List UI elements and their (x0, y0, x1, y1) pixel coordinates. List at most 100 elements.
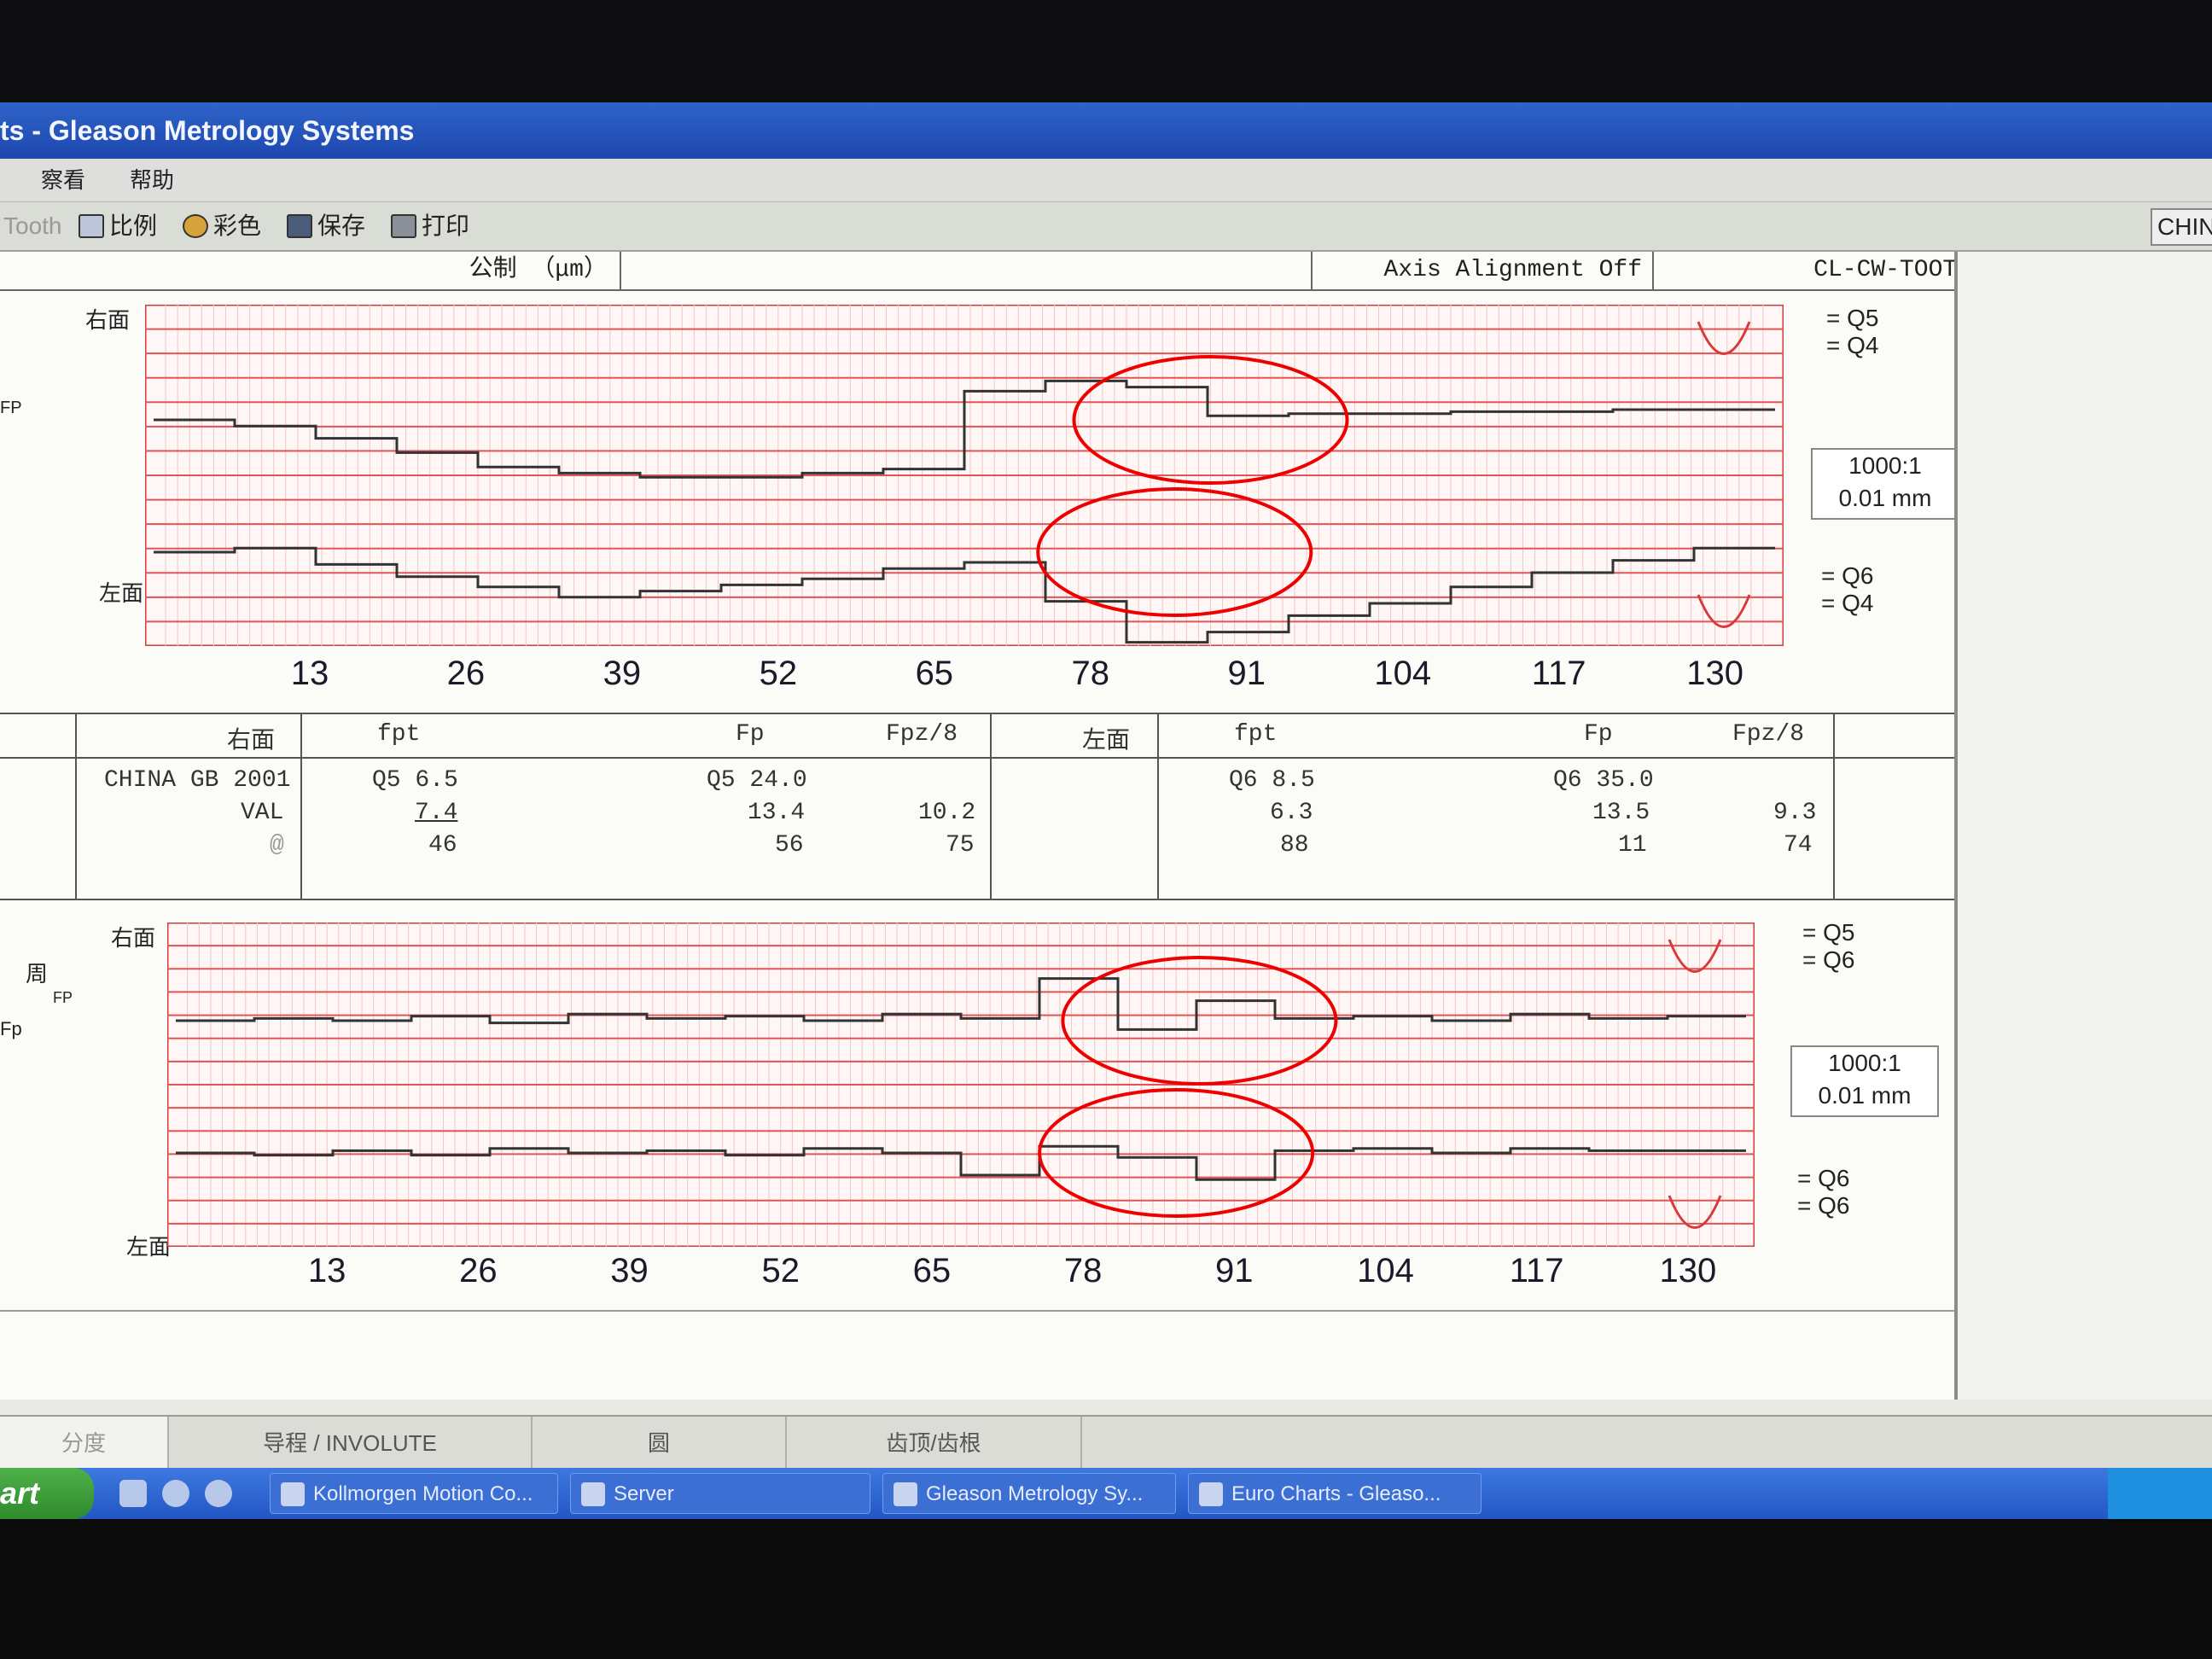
tab-strip: 分度 导程 / INVOLUTE 圆 齿顶/齿根 (0, 1415, 2212, 1470)
report-header: 公制 （μm） Axis Alignment Off CL-CW-TOOTH (0, 252, 1980, 291)
tab-lead-involute[interactable]: 导程 / INVOLUTE (169, 1417, 533, 1470)
mode-label: CL-CW-TOOTH (1656, 252, 1980, 289)
show-desktop-icon[interactable] (119, 1480, 147, 1507)
floppy-disk-icon (287, 214, 312, 238)
right-fp-at: 56 (775, 832, 804, 859)
right-fpz-at: 75 (946, 832, 975, 859)
palette-icon (183, 214, 208, 238)
chart-svg (167, 923, 1755, 1247)
chart2-side-bottom: 左面 (126, 1234, 172, 1260)
print-button[interactable]: 打印 (391, 202, 469, 250)
chart2-scale-box: 1000:1 0.01 mm (1790, 1045, 1939, 1117)
tab-tip-root[interactable]: 齿顶/齿根 (787, 1417, 1082, 1470)
right-fp-val: 13.4 (748, 800, 806, 826)
table-right-col-fpt: fpt (377, 721, 421, 748)
table-val-label: VAL (241, 800, 284, 826)
scale-button[interactable]: 比例 (79, 202, 157, 250)
chart1-side-top: 右面 (85, 307, 131, 333)
lightning-icon (581, 1482, 605, 1506)
right-fpz-val: 10.2 (918, 800, 976, 826)
menu-help[interactable]: 帮助 (130, 159, 174, 201)
x-tick-label: 65 (912, 1252, 952, 1289)
chart1-left-label: FP (0, 399, 22, 417)
table-right-title: 右面 (227, 726, 276, 753)
language-button[interactable]: CHIN (2151, 208, 2212, 246)
units-label: 公制 （μm） (0, 252, 621, 289)
table-left-col-fp: Fp (1584, 721, 1613, 748)
browser-icon[interactable] (162, 1480, 189, 1507)
x-tick-label: 13 (307, 1252, 346, 1289)
x-tick-label: 65 (915, 655, 954, 692)
chart2-left-label-1: 周 (26, 961, 49, 987)
right-fpt-q: Q5 6.5 (372, 767, 458, 794)
chart2-q-top: = Q5 = Q6 (1802, 919, 1855, 973)
left-fp-q: Q6 35.0 (1553, 767, 1654, 794)
left-fp-at: 11 (1618, 832, 1647, 859)
screen: ts - Gleason Metrology Systems 察看 帮助 Too… (0, 102, 2212, 1519)
color-button[interactable]: 彩色 (183, 202, 261, 250)
menu-view[interactable]: 察看 (41, 159, 85, 201)
task-euro-charts[interactable]: Euro Charts - Gleaso... (1188, 1473, 1481, 1514)
task-kollmorgen[interactable]: Kollmorgen Motion Co... (270, 1473, 558, 1514)
table-at-label: @ (270, 832, 284, 859)
document-icon (1199, 1482, 1223, 1506)
chart1-x-ticks: 13 26 39 52 65 78 91 104 117 130 (145, 655, 1784, 697)
table-right-col-fpz: Fpz/8 (886, 721, 958, 748)
chart2-x-ticks: 13 26 39 52 65 78 91 104 117 130 (167, 1252, 1755, 1295)
header-blank (623, 252, 1313, 289)
tooth-button[interactable]: Tooth (3, 202, 62, 250)
chart2-q-bottom: = Q6 = Q6 (1797, 1165, 1850, 1219)
x-tick-label: 91 (1215, 1252, 1254, 1289)
x-tick-label: 52 (761, 1252, 800, 1289)
table-left-col-fpt: fpt (1234, 721, 1278, 748)
app-icon (281, 1482, 305, 1506)
chart1-q-top: = Q5 = Q4 (1826, 305, 1879, 358)
system-tray[interactable] (2108, 1468, 2212, 1519)
taskbar: art Kollmorgen Motion Co... Server Gleas… (0, 1468, 2212, 1519)
toolbar: Tooth 比例 彩色 保存 打印 CHIN (0, 202, 2212, 252)
chart-svg (145, 305, 1784, 646)
report-pane: 公制 （μm） Axis Alignment Off CL-CW-TOOTH 右… (0, 252, 1980, 1400)
x-tick-label: 130 (1686, 655, 1743, 692)
x-tick-label: 52 (759, 655, 798, 692)
x-tick-label: 91 (1227, 655, 1266, 692)
left-fpt-q: Q6 8.5 (1229, 767, 1315, 794)
chart1-side-bottom: 左面 (99, 580, 144, 606)
chart2-side-top: 右面 (111, 925, 156, 951)
start-button[interactable]: art (0, 1468, 94, 1519)
table-left-col-fpz: Fpz/8 (1732, 721, 1805, 748)
x-tick-label: 78 (1063, 1252, 1103, 1289)
right-fpt-val: 7.4 (415, 800, 458, 826)
media-icon[interactable] (205, 1480, 232, 1507)
printer-icon (391, 214, 416, 238)
alignment-label: Axis Alignment Off (1313, 252, 1654, 289)
tab-indexing[interactable]: 分度 (0, 1417, 169, 1470)
chart2-left-label-2: FP (53, 989, 73, 1006)
window-title: ts - Gleason Metrology Systems (0, 115, 415, 146)
save-button[interactable]: 保存 (287, 202, 365, 250)
title-bar[interactable]: ts - Gleason Metrology Systems (0, 102, 2212, 159)
left-fpt-val: 6.3 (1270, 800, 1313, 826)
x-tick-label: 117 (1531, 655, 1586, 692)
x-tick-label: 78 (1071, 655, 1110, 692)
chart2-left-label-3: Fp (0, 1018, 22, 1039)
chart-pitch-deviation (145, 305, 1784, 646)
task-server[interactable]: Server (570, 1473, 870, 1514)
x-tick-label: 39 (602, 655, 642, 692)
task-gleason[interactable]: Gleason Metrology Sy... (882, 1473, 1176, 1514)
x-tick-label: 26 (446, 655, 486, 692)
table-standard: CHINA GB 2001 (104, 767, 291, 794)
x-tick-label: 104 (1374, 655, 1432, 692)
left-fpz-at: 74 (1784, 832, 1813, 859)
x-tick-label: 39 (610, 1252, 649, 1289)
left-fp-val: 13.5 (1592, 800, 1650, 826)
tab-runout[interactable]: 圆 (533, 1417, 787, 1470)
results-table: 右面 fpt Fp Fpz/8 左面 fpt Fp Fpz/8 CHINA GB… (0, 713, 1963, 900)
x-tick-label: 104 (1357, 1252, 1414, 1289)
x-tick-label: 13 (290, 655, 329, 692)
chart-cumulative-pitch (167, 923, 1755, 1247)
chart1-scale-box: 1000:1 0.01 mm (1811, 448, 1959, 520)
x-tick-label: 117 (1509, 1252, 1564, 1289)
right-fpt-at: 46 (428, 832, 457, 859)
monitor-bezel (0, 1519, 2212, 1659)
